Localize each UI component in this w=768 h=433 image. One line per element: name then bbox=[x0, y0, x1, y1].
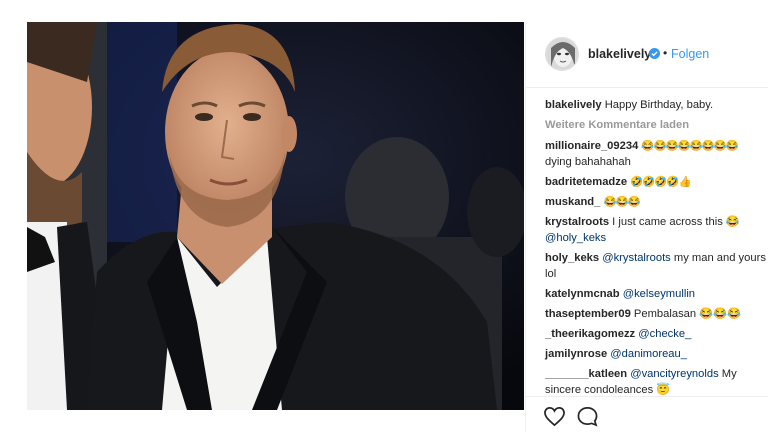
post-photo[interactable] bbox=[27, 22, 524, 410]
comment-text: Pembalasan 😂😂😂 bbox=[633, 308, 742, 320]
comment-icon[interactable] bbox=[576, 406, 599, 427]
comment-text: 😂😂😂 bbox=[603, 196, 640, 208]
load-more-comments-button[interactable]: Weitere Kommentare laden bbox=[545, 117, 768, 133]
comment-text-continued: sincere condoleances 😇 bbox=[545, 384, 671, 396]
follow-button[interactable]: Folgen bbox=[671, 47, 709, 61]
post-side-panel: blakelively • Folgen blakelively Happy B… bbox=[525, 22, 768, 432]
comment-username[interactable]: thaseptember09 bbox=[545, 308, 631, 320]
comment: krystalroots I just came across this 😂 @… bbox=[545, 214, 768, 246]
comment-list: blakelively Happy Birthday, baby. Weiter… bbox=[545, 97, 768, 402]
post-actions-bar bbox=[526, 396, 768, 433]
comment-mention-link[interactable]: @holy_keks bbox=[545, 232, 606, 244]
comment-username[interactable]: _theerikagomezz bbox=[545, 328, 635, 340]
comment-username[interactable]: muskand_ bbox=[545, 196, 600, 208]
comment: muskand_ 😂😂😂 bbox=[545, 194, 768, 210]
heart-icon[interactable] bbox=[543, 406, 566, 427]
comment: katelynmcnab @kelseymullin bbox=[545, 286, 768, 302]
comment-text-continued: dying bahahahah bbox=[545, 156, 631, 168]
comment-text: my man and yours bbox=[673, 252, 766, 264]
comment-username[interactable]: krystalroots bbox=[545, 216, 609, 228]
comment: badritetemadze 🤣🤣🤣🤣👍 bbox=[545, 174, 768, 190]
header-separator: • bbox=[663, 46, 668, 60]
comment-username[interactable]: blakelively bbox=[545, 99, 602, 111]
caption: blakelively Happy Birthday, baby. bbox=[545, 97, 768, 113]
comment-mention-link[interactable]: @danimoreau_ bbox=[610, 348, 687, 360]
comment-text: My bbox=[721, 368, 737, 380]
author-username[interactable]: blakelively bbox=[588, 47, 651, 61]
comment-text: Happy Birthday, baby. bbox=[604, 99, 714, 111]
comment-username[interactable]: _______katleen bbox=[545, 368, 627, 380]
comment-text: 😂😂😂😂😂😂😂😂 bbox=[641, 140, 739, 152]
comment-text-continued: lol bbox=[545, 268, 557, 280]
comment: _theerikagomezz @checke_ bbox=[545, 326, 768, 342]
post-photo-image bbox=[27, 22, 524, 410]
comment-text: 🤣🤣🤣🤣👍 bbox=[630, 176, 691, 188]
comment-mention-link[interactable]: @krystalroots bbox=[602, 252, 671, 264]
comment-username[interactable]: katelynmcnab bbox=[545, 288, 620, 300]
comment-username[interactable]: millionaire_09234 bbox=[545, 140, 638, 152]
comment-username[interactable]: holy_keks bbox=[545, 252, 599, 264]
avatar[interactable] bbox=[545, 37, 579, 71]
comment-mention-link[interactable]: @vancityreynolds bbox=[630, 368, 718, 380]
comment-mention-link[interactable]: @kelseymullin bbox=[623, 288, 695, 300]
comment: jamilynrose @danimoreau_ bbox=[545, 346, 768, 362]
comment: thaseptember09 Pembalasan 😂😂😂 bbox=[545, 306, 768, 322]
comment-mention-link[interactable]: @checke_ bbox=[638, 328, 691, 340]
comment-username[interactable]: jamilynrose bbox=[545, 348, 607, 360]
comment-text: I just came across this 😂 bbox=[612, 216, 740, 228]
verified-badge-icon bbox=[649, 48, 660, 59]
comment: holy_keks @krystalroots my man and yours… bbox=[545, 250, 768, 282]
comment: millionaire_09234 😂😂😂😂😂😂😂😂 dying bahahah… bbox=[545, 138, 768, 170]
post-header: blakelively • Folgen bbox=[526, 22, 768, 88]
avatar-image bbox=[546, 38, 578, 70]
comment-username[interactable]: badritetemadze bbox=[545, 176, 627, 188]
comment: _______katleen @vancityreynolds My since… bbox=[545, 366, 768, 398]
